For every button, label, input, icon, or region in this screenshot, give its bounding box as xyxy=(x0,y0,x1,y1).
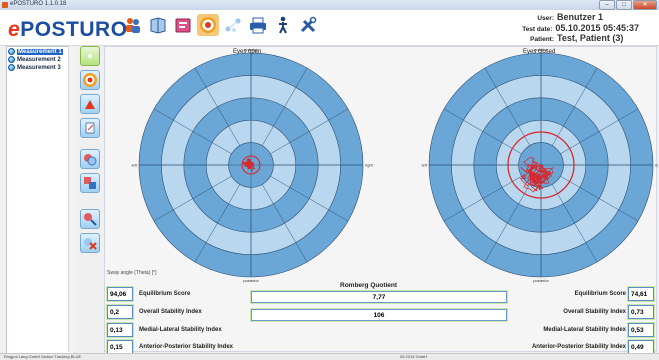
eyes-open-ml-stability: 0,13 xyxy=(107,323,133,337)
stabilogram-area: Eyes open Eyes closed anterior posterior l… xyxy=(105,47,659,283)
close-button[interactable]: ✕ xyxy=(633,0,657,10)
patient-label: Patient: xyxy=(530,36,554,43)
status-center: 05.2015 GmbH xyxy=(400,354,428,359)
test-date-label: Test date: xyxy=(522,25,553,33)
maximize-button[interactable]: □ xyxy=(616,0,632,10)
target-icon[interactable] xyxy=(197,14,219,36)
measurement-list: Measurement 1 Measurement 2 Measurement … xyxy=(6,46,75,354)
measurement-item-2[interactable]: Measurement 2 xyxy=(7,56,74,63)
eyes-open-label-posterior: posterior xyxy=(243,278,259,283)
eyes-closed-equilibrium-label: Equilibrium Score xyxy=(574,291,626,297)
measurement-label: Measurement 1 xyxy=(17,48,63,55)
status-left: Ringpol Lang GmbH Motion Tracking BLUE xyxy=(4,354,82,359)
network-icon[interactable] xyxy=(222,14,244,36)
patient-value: Test, Patient (3) xyxy=(557,33,624,43)
eyes-closed-label-left: left xyxy=(422,163,428,168)
eyes-open-overall-stability: 0,2 xyxy=(107,305,133,319)
eyes-open-overall-label: Overall Stability Index xyxy=(139,309,202,315)
eyes-closed-ap-label: Anterior-Posterior Stability Index xyxy=(531,344,626,350)
sway-angle-label: Sway angle (Theta) [°] xyxy=(107,270,157,276)
measurement-label: Measurement 3 xyxy=(17,64,61,71)
eyes-closed-overall-stability: 0,73 xyxy=(628,305,654,319)
eyes-closed-ml-label: Medial-Lateral Stability Index xyxy=(543,327,626,333)
window-title: ePOSTURO 1.1.0.18 xyxy=(10,1,67,7)
search-icon[interactable] xyxy=(80,209,100,229)
stabilogram-plots: anteriorposteriorleft rightanteriorposter… xyxy=(132,47,659,283)
eyes-closed-label-posterior: posterior xyxy=(533,278,549,283)
eyes-open-label-left: left xyxy=(132,163,138,168)
measurement-icon xyxy=(8,48,15,55)
eyes-closed-ap-stability: 0,49 xyxy=(628,340,654,354)
romberg-quotient-value: 7,77 xyxy=(251,291,507,303)
report-icon[interactable] xyxy=(172,14,194,36)
eyes-closed-label-right: right xyxy=(655,163,658,168)
eyes-open-equilibrium-score: 94,06 xyxy=(107,287,133,301)
app-header: ePOSTURO User: Benutzer 1 Test date: 05.10… xyxy=(0,10,659,46)
person-icon[interactable] xyxy=(272,14,294,36)
people-icon[interactable] xyxy=(122,14,144,36)
window-controls: – □ ✕ xyxy=(599,0,657,10)
analysis-panel: Eyes open Eyes closed anterior posterior l… xyxy=(104,46,659,354)
delete-icon[interactable] xyxy=(80,233,100,253)
eyes-closed-ml-stability: 0,53 xyxy=(628,323,654,337)
eyes-open-label-right: right xyxy=(365,163,374,168)
romberg-title: Romberg Quotient xyxy=(340,282,398,289)
document-icon[interactable] xyxy=(80,118,100,138)
eyes-open-ap-label: Anterior-Posterior Stability Index xyxy=(139,344,234,350)
test-date-value: 05.10.2015 05:45:37 xyxy=(555,22,639,33)
minimize-button[interactable]: – xyxy=(599,0,615,10)
plot-title-eyes-open: Eyes open xyxy=(233,49,262,55)
session-info: User: Benutzer 1 Test date: 05.10.2015 05:… xyxy=(522,12,639,44)
chart-icon[interactable] xyxy=(80,94,100,114)
plot-title-eyes-closed: Eyes closed xyxy=(523,49,556,55)
tools-icon[interactable] xyxy=(297,14,319,36)
romberg-percent-value: 106 xyxy=(251,309,507,321)
eyes-closed-overall-label: Overall Stability Index xyxy=(563,309,626,315)
measurement-icon xyxy=(8,64,15,71)
measurement-label: Measurement 2 xyxy=(17,56,61,63)
layout-icon[interactable] xyxy=(80,173,100,193)
app-icon xyxy=(2,2,8,8)
book-icon[interactable] xyxy=(147,14,169,36)
measurement-item-3[interactable]: Measurement 3 xyxy=(7,64,74,71)
main-toolbar xyxy=(122,14,319,36)
home-icon[interactable] xyxy=(80,46,100,66)
eyes-open-equilibrium-label: Equilibrium Score xyxy=(139,291,191,297)
user-label: User: xyxy=(537,15,554,22)
measurement-icon xyxy=(8,56,15,63)
user-value: Benutzer 1 xyxy=(557,12,604,22)
eyes-open-ml-label: Medial-Lateral Stability Index xyxy=(139,327,222,333)
eyes-closed-equilibrium-score: 74,61 xyxy=(628,287,654,301)
eyes-open-ap-stability: 0,15 xyxy=(107,340,133,354)
measurement-item-1[interactable]: Measurement 1 xyxy=(7,48,74,55)
print-icon[interactable] xyxy=(247,14,269,36)
measurement-list-scrollbar[interactable] xyxy=(68,46,75,352)
app-logo: ePOSTURO xyxy=(8,18,128,41)
target-icon[interactable] xyxy=(80,70,100,90)
compare-icon[interactable] xyxy=(80,149,100,169)
